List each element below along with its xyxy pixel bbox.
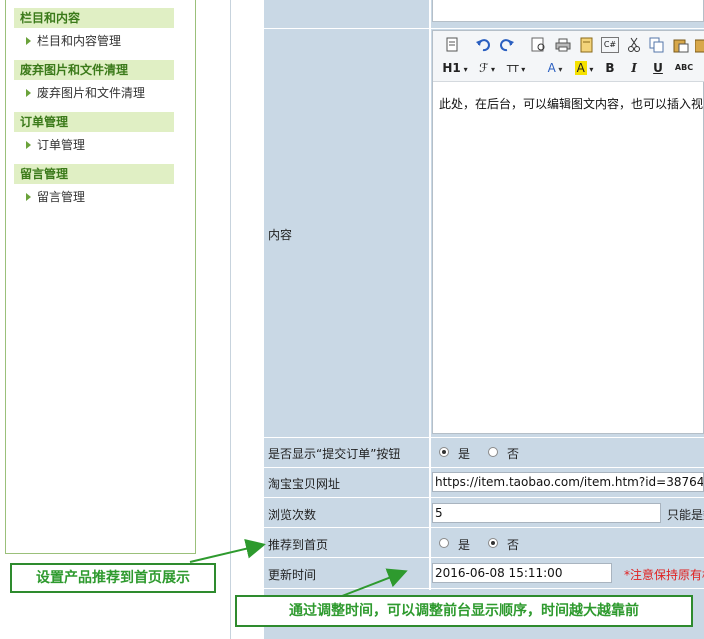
annotation-arrows — [189, 538, 408, 597]
recommend-callout: 设置产品推荐到首页展示 — [10, 563, 216, 593]
time-callout: 通过调整时间，可以调整前台显示顺序，时间越大越靠前 — [235, 595, 693, 627]
